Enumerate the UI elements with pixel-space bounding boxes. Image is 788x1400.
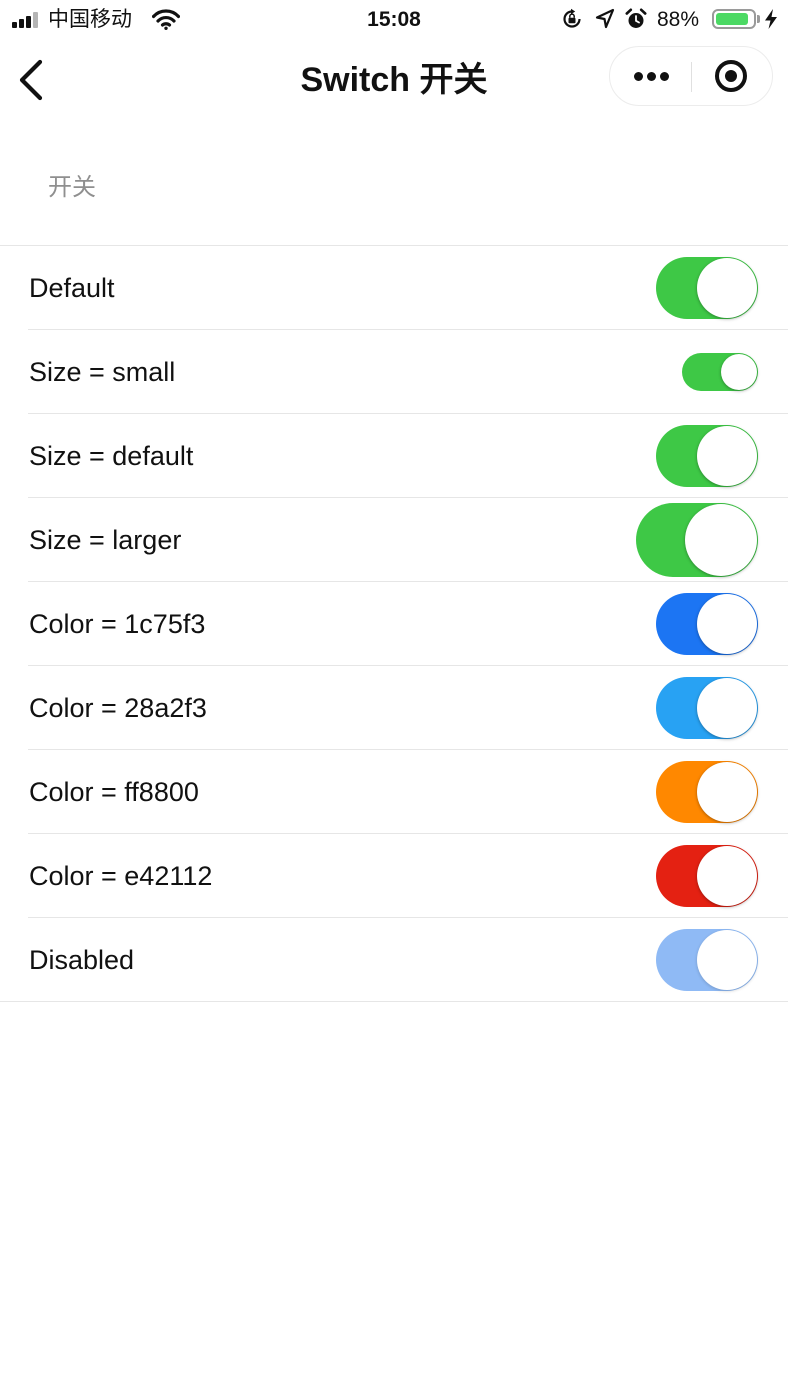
switch-toggle[interactable] <box>656 844 758 907</box>
list-item: Color = 28a2f3 <box>28 666 788 750</box>
location-arrow-icon <box>595 8 615 29</box>
switch-knob <box>697 845 757 906</box>
section-title: 开关 <box>48 174 96 201</box>
switch-toggle[interactable] <box>656 256 758 319</box>
row-label: Color = ff8800 <box>29 777 199 807</box>
row-label: Color = e42112 <box>29 861 213 891</box>
rotation-lock-icon <box>563 8 581 28</box>
battery-percentage: 88% <box>657 8 700 31</box>
switch-knob <box>697 677 757 738</box>
row-label: Size = default <box>29 441 194 471</box>
status-bar: 中国移动 15:08 88% <box>0 0 788 40</box>
list-item: Size = default <box>28 414 788 498</box>
close-miniprogram-button[interactable] <box>692 47 772 105</box>
row-label: Size = larger <box>29 525 182 555</box>
switch-knob <box>697 593 757 654</box>
switch-toggle[interactable] <box>682 352 758 391</box>
switch-list: Default Size = small Size = default Size… <box>0 245 788 1002</box>
navigation-bar: Switch 开关 <box>0 40 788 120</box>
list-item: Disabled <box>28 918 788 1001</box>
menu-capsule <box>609 46 773 106</box>
switch-knob <box>685 503 757 576</box>
switch-knob <box>697 929 757 990</box>
charging-bolt-icon <box>765 9 777 29</box>
switch-knob <box>697 257 757 318</box>
switch-toggle[interactable] <box>656 424 758 487</box>
row-label: Default <box>29 273 115 303</box>
row-label: Disabled <box>29 945 135 975</box>
list-item: Color = e42112 <box>28 834 788 918</box>
list-item: Default <box>28 246 788 330</box>
switch-toggle[interactable] <box>656 760 758 823</box>
target-circle-icon <box>715 60 747 92</box>
battery-level-fill <box>716 13 748 25</box>
row-label: Size = small <box>29 357 176 387</box>
switch-knob <box>721 353 757 390</box>
more-options-button[interactable] <box>610 47 691 105</box>
list-item: Color = 1c75f3 <box>28 582 788 666</box>
switch-knob <box>697 425 757 486</box>
alarm-clock-icon <box>625 8 647 28</box>
switch-toggle[interactable] <box>656 676 758 739</box>
battery-icon <box>712 9 756 29</box>
row-label: Color = 1c75f3 <box>29 609 206 639</box>
switch-toggle <box>656 928 758 991</box>
battery-cap <box>757 15 760 23</box>
switch-toggle[interactable] <box>636 502 758 577</box>
list-item: Color = ff8800 <box>28 750 788 834</box>
list-item: Size = larger <box>28 498 788 582</box>
switch-toggle[interactable] <box>656 592 758 655</box>
list-item: Size = small <box>28 330 788 414</box>
switch-knob <box>697 761 757 822</box>
row-label: Color = 28a2f3 <box>29 693 207 723</box>
